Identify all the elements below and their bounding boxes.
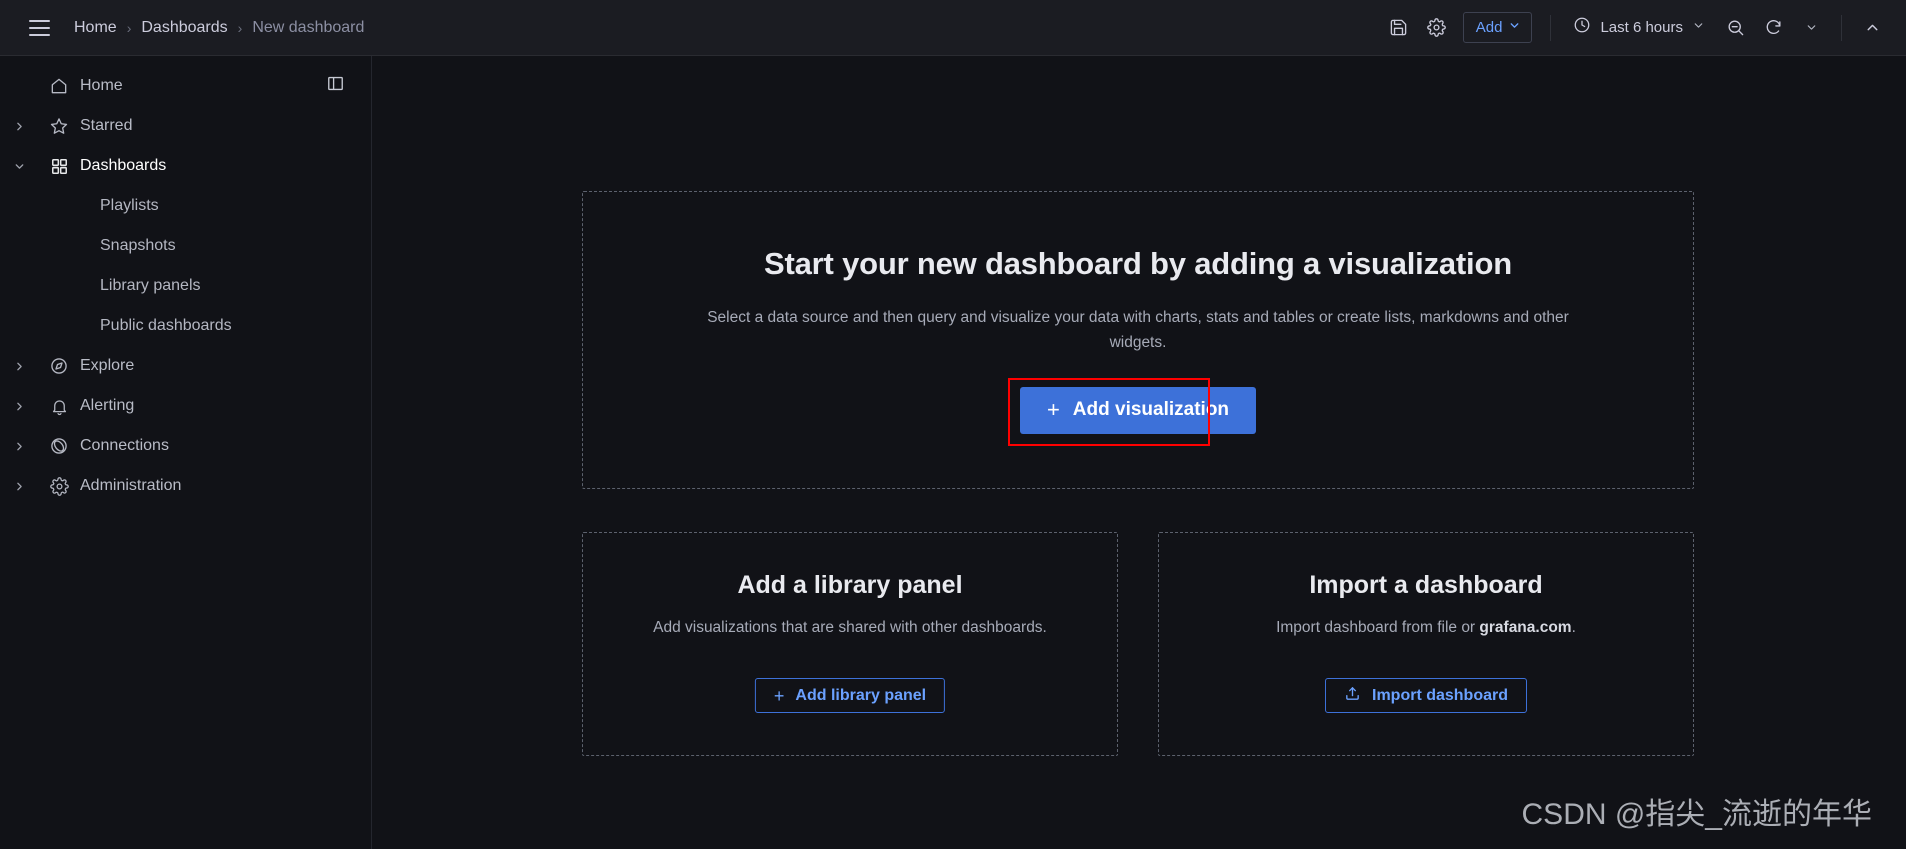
csdn-watermark: CSDN @指尖_流逝的年华 (1521, 798, 1872, 831)
collapse-header-button[interactable] (1854, 11, 1890, 45)
breadcrumb-item-home[interactable]: Home (74, 19, 117, 37)
add-library-panel-card: Add a library panel Add visualizations t… (582, 532, 1118, 756)
add-panel-dropdown-button[interactable]: Add (1462, 12, 1533, 43)
chevron-right-icon[interactable] (0, 400, 38, 413)
refresh-dashboard-button[interactable] (1755, 11, 1791, 45)
sidebar-item-label: Dashboards (80, 157, 167, 174)
plus-icon: + (1046, 397, 1060, 423)
import-subtitle-text: Import dashboard from file or (1276, 619, 1480, 636)
sidebar-item-connections[interactable]: Connections (0, 426, 371, 466)
sidebar-item-label: Home (80, 77, 123, 94)
sidebar-item-label: Explore (80, 357, 135, 374)
import-dashboard-subtitle: Import dashboard from file or grafana.co… (1226, 616, 1626, 639)
save-dashboard-button[interactable] (1381, 11, 1417, 45)
sidebar-item-label: Alerting (80, 397, 135, 414)
import-dashboard-button-label: Import dashboard (1371, 686, 1509, 704)
add-visualization-button-label: Add visualization (1072, 399, 1230, 421)
header-divider (1550, 14, 1552, 41)
bell-icon (38, 397, 80, 416)
gear-icon (1427, 18, 1447, 37)
sidebar-item-label: Administration (80, 477, 182, 494)
sidebar-item-dashboards[interactable]: Dashboards (0, 146, 371, 186)
sidebar-item-alerting[interactable]: Alerting (0, 386, 371, 426)
top-header-bar: Home › Dashboards › New dashboard Add La… (0, 0, 1906, 56)
chevron-right-icon[interactable] (0, 120, 38, 133)
add-visualization-card: Start your new dashboard by adding a vis… (582, 191, 1694, 489)
zoom-out-time-range-button[interactable] (1717, 11, 1753, 45)
sidebar-item-administration[interactable]: Administration (0, 466, 371, 506)
upload-icon (1344, 685, 1361, 707)
save-disk-icon (1389, 18, 1408, 37)
add-visualization-button[interactable]: + Add visualization (1019, 386, 1257, 434)
sidebar-item-label: Starred (80, 117, 133, 134)
compass-icon (38, 356, 80, 376)
add-library-panel-button[interactable]: + Add library panel (754, 678, 946, 713)
import-dashboard-button[interactable]: Import dashboard (1324, 678, 1528, 713)
zoom-out-icon (1726, 18, 1745, 37)
breadcrumb: Home › Dashboards › New dashboard (74, 19, 364, 37)
sidebar-item-library-panels[interactable]: Library panels (0, 266, 371, 306)
chevron-down-icon (1692, 19, 1705, 37)
dashboards-grid-icon (38, 157, 80, 176)
gear-icon (38, 476, 80, 496)
sidebar-item-label: Playlists (100, 197, 159, 214)
chevron-down-icon (1805, 21, 1818, 34)
add-button-label: Add (1475, 19, 1503, 36)
page-title: Start your new dashboard by adding a vis… (764, 246, 1512, 282)
sidebar-item-starred[interactable]: Starred (0, 106, 371, 146)
chevron-down-icon[interactable] (0, 160, 38, 173)
chevron-right-icon[interactable] (0, 440, 38, 453)
add-library-panel-button-label: Add library panel (795, 686, 927, 704)
plus-icon: + (773, 685, 785, 706)
sidebar-item-public-dashboards[interactable]: Public dashboards (0, 306, 371, 346)
sidebar-item-label: Library panels (100, 277, 201, 294)
header-actions: Add Last 6 hours (1381, 11, 1890, 45)
dock-menu-button[interactable] (319, 70, 351, 102)
library-panel-title: Add a library panel (737, 571, 963, 599)
import-dashboard-title: Import a dashboard (1309, 571, 1543, 599)
chevron-down-icon (1508, 19, 1521, 36)
chevron-right-icon[interactable] (0, 480, 38, 493)
home-icon (38, 76, 80, 96)
refresh-icon (1764, 18, 1783, 37)
clock-icon (1573, 16, 1591, 39)
dashboard-main-content: Start your new dashboard by adding a vis… (373, 56, 1906, 849)
sidebar-item-snapshots[interactable]: Snapshots (0, 226, 371, 266)
time-range-picker[interactable]: Last 6 hours (1563, 11, 1715, 45)
sidebar-item-explore[interactable]: Explore (0, 346, 371, 386)
chevron-up-icon (1864, 19, 1881, 36)
header-divider (1841, 14, 1842, 41)
sidebar-navigation: Home Starred Dashboards Playlists Snapsh… (0, 56, 372, 849)
sidebar-item-playlists[interactable]: Playlists (0, 186, 371, 226)
sidebar-item-home[interactable]: Home (0, 66, 371, 106)
connections-icon (38, 436, 80, 456)
import-dashboard-card: Import a dashboard Import dashboard from… (1158, 532, 1694, 756)
grafana-com-link[interactable]: grafana.com (1479, 619, 1571, 636)
import-subtitle-period: . (1571, 619, 1576, 636)
sidebar-item-label: Connections (80, 437, 169, 454)
time-range-label: Last 6 hours (1600, 19, 1683, 36)
sidebar-item-label: Snapshots (100, 237, 176, 254)
chevron-right-icon[interactable] (0, 360, 38, 373)
breadcrumb-item-dashboards[interactable]: Dashboards (141, 19, 227, 37)
breadcrumb-item-new-dashboard: New dashboard (252, 18, 365, 36)
refresh-interval-dropdown-button[interactable] (1793, 11, 1829, 45)
hamburger-menu-icon[interactable] (20, 9, 58, 47)
dashboard-settings-button[interactable] (1419, 11, 1455, 45)
sidebar-item-label: Public dashboards (100, 317, 232, 334)
dock-menu-icon (326, 74, 345, 98)
star-icon (38, 116, 80, 136)
hero-subtitle: Select a data source and then query and … (707, 309, 1569, 351)
breadcrumb-separator: › (237, 19, 243, 36)
breadcrumb-separator: › (126, 19, 132, 36)
library-panel-subtitle: Add visualizations that are shared with … (653, 619, 1047, 636)
